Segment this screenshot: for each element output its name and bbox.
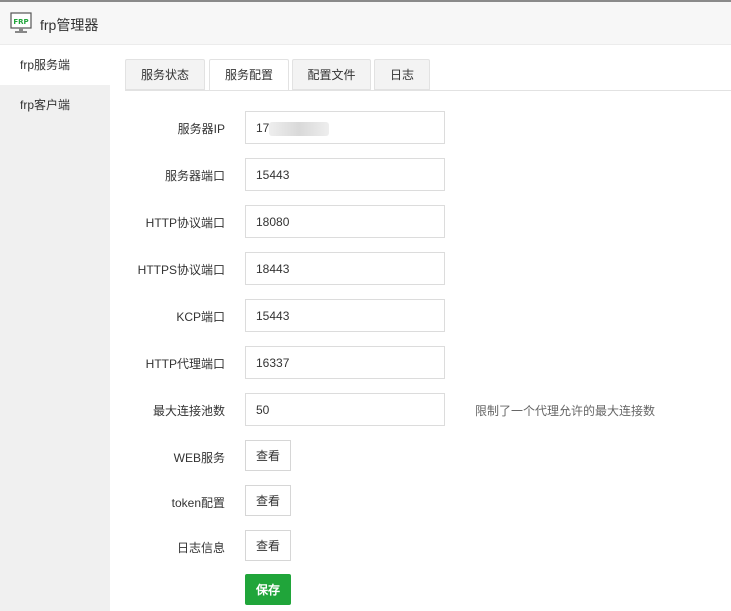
tab-service-config[interactable]: 服务配置 xyxy=(209,59,289,91)
http-port-input[interactable] xyxy=(245,205,445,238)
web-service-view-button[interactable]: 查看 xyxy=(245,440,291,471)
server-port-input[interactable] xyxy=(245,158,445,191)
title-bar: FRP frp管理器 xyxy=(0,2,731,45)
sidebar-item-frp-client[interactable]: frp客户端 xyxy=(0,85,110,125)
max-pool-input[interactable] xyxy=(245,393,445,426)
web-service-label: WEB服务 xyxy=(173,451,225,465)
main-content: 服务状态 服务配置 配置文件 日志 服务器IP 服务器端口 HTTP协议端口 H… xyxy=(110,45,731,611)
tab-log[interactable]: 日志 xyxy=(374,59,430,90)
tab-divider xyxy=(125,90,731,91)
token-config-view-button[interactable]: 查看 xyxy=(245,485,291,516)
http-proxy-port-input[interactable] xyxy=(245,346,445,379)
max-pool-label: 最大连接池数 xyxy=(152,404,225,418)
sidebar-item-frp-server[interactable]: frp服务端 xyxy=(0,45,110,85)
https-port-label: HTTPS协议端口 xyxy=(137,263,225,277)
server-port-label: 服务器端口 xyxy=(164,169,225,183)
kcp-port-label: KCP端口 xyxy=(176,310,225,324)
redaction-blur xyxy=(269,122,329,136)
kcp-port-input[interactable] xyxy=(245,299,445,332)
sidebar-item-label: frp客户端 xyxy=(20,98,71,112)
tab-config-file[interactable]: 配置文件 xyxy=(292,59,371,90)
tab-service-status[interactable]: 服务状态 xyxy=(125,59,205,90)
token-config-label: token配置 xyxy=(171,496,225,510)
svg-text:FRP: FRP xyxy=(13,18,28,26)
sidebar-item-label: frp服务端 xyxy=(20,58,71,72)
frp-monitor-icon: FRP xyxy=(10,12,32,33)
max-pool-hint: 限制了一个代理允许的最大连接数 xyxy=(475,404,656,418)
http-proxy-port-label: HTTP代理端口 xyxy=(145,357,225,371)
http-port-label: HTTP协议端口 xyxy=(145,216,225,230)
save-button[interactable]: 保存 xyxy=(245,574,291,605)
https-port-input[interactable] xyxy=(245,252,445,285)
app-title: frp管理器 xyxy=(40,17,99,33)
log-info-label: 日志信息 xyxy=(176,541,225,555)
log-info-view-button[interactable]: 查看 xyxy=(245,530,291,561)
server-ip-label: 服务器IP xyxy=(177,122,225,136)
sidebar: frp服务端 frp客户端 xyxy=(0,45,110,611)
